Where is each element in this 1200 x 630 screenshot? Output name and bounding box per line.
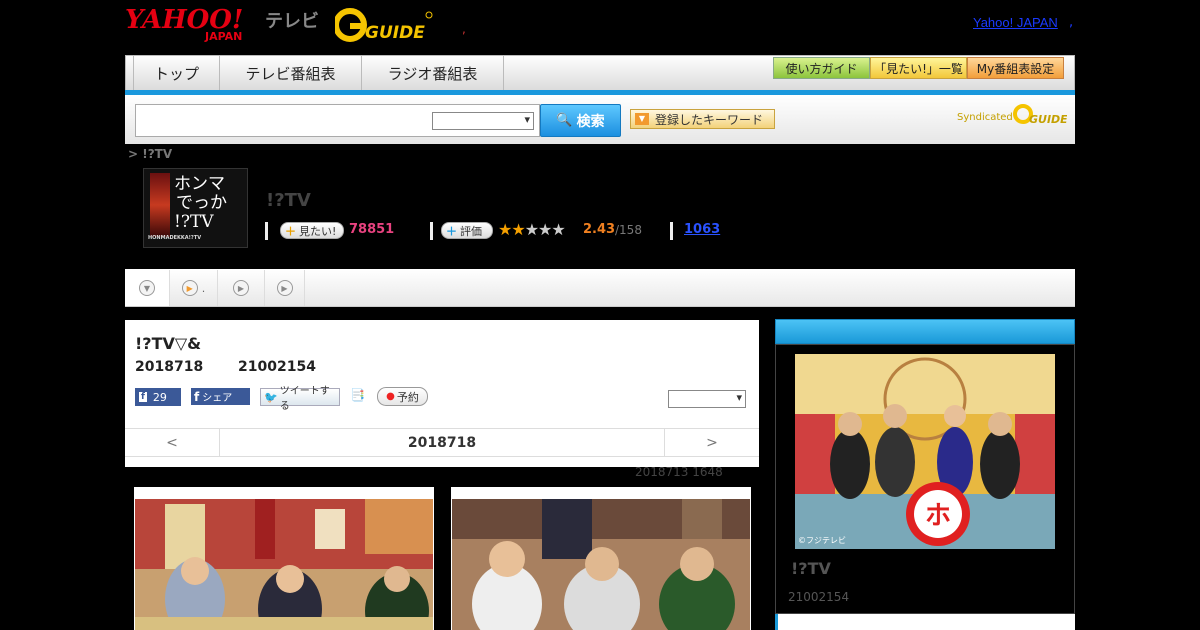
program-title: !?TV — [266, 190, 311, 211]
syndicated-label: Syndicated — [957, 112, 1013, 123]
sidebar-footer — [775, 614, 1075, 630]
facebook-icon: f — [194, 389, 200, 404]
page: YAHOO! JAPAN テレビ GUIDE , Yahoo! JAPAN , … — [0, 0, 1200, 630]
photo-credit: ©フジテレビ — [798, 536, 846, 545]
search-category-select[interactable] — [432, 112, 534, 130]
facebook-like-count: 29 — [152, 390, 167, 404]
reserve-button[interactable]: ● 予約 — [377, 387, 428, 406]
reserve-label: 予約 — [396, 390, 419, 404]
rating-button-label: 評価 — [460, 224, 482, 238]
tweet-label: ツイートする — [279, 386, 330, 412]
thumb-title-1: ホンマ — [174, 174, 225, 194]
facebook-share-label: シェア — [202, 393, 233, 404]
svg-text:ホ: ホ — [925, 501, 951, 531]
nav-tab-tv-listings[interactable]: テレビ番組表 — [220, 56, 362, 90]
sidebar-photo[interactable]: ホ ©フジテレビ — [795, 354, 1055, 549]
sidebar-program-id: 21002154 — [788, 590, 850, 604]
thumb-left-strip — [150, 173, 170, 237]
bookmark-icon[interactable]: 📑 — [350, 388, 366, 404]
dropdown-arrow-icon: ▼ — [635, 113, 649, 125]
search-button[interactable]: 🔍 検索 — [540, 104, 621, 137]
my-listings-settings-button[interactable]: My番組表設定 — [967, 57, 1064, 79]
mitai-count: 78851 — [349, 222, 395, 237]
article-date: 2018718 — [135, 359, 204, 375]
star-icon: ★ — [511, 220, 525, 239]
yahoo-logo[interactable]: YAHOO! JAPAN — [125, 4, 265, 42]
rating-button[interactable]: ＋ 評価 — [441, 222, 493, 239]
mitai-button[interactable]: ＋ 見たい! — [280, 222, 344, 239]
sidebar-program-title: !?TV — [791, 559, 831, 578]
mitai-list-button[interactable]: 「見たい!」一覧 — [870, 57, 967, 79]
pager-next-button[interactable]: > — [664, 428, 759, 457]
rating-total: /158 — [615, 223, 642, 237]
usage-guide-button[interactable]: 使い方ガイド — [773, 57, 870, 79]
play-icon: ▶ — [181, 280, 198, 296]
facebook-like-button[interactable]: f 29 — [135, 388, 181, 406]
syndicated-logo-text: GUIDE — [1029, 113, 1067, 125]
thumb-title-2: でっか — [176, 193, 227, 213]
thumb-subtitle: HONMADEKKA!?TV — [148, 235, 202, 241]
twitter-bird-icon: 🐦 — [264, 390, 278, 404]
play-icon: ▶ — [276, 280, 293, 296]
saved-keywords-label: 登録したキーワード — [655, 112, 764, 127]
breadcrumb: > !?TV — [128, 147, 173, 161]
nav-tab-radio-listings[interactable]: ラジオ番組表 — [362, 56, 504, 90]
yahoo-logo-japan: JAPAN — [204, 30, 242, 42]
pager-current-date: 2018718 — [407, 434, 477, 451]
search-button-label: 検索 — [576, 113, 605, 130]
star-icon: ★ — [524, 220, 539, 239]
syndicated-gguide-logo: GUIDE — [1013, 104, 1067, 125]
play-icon: ▶ — [233, 280, 249, 296]
gguide-logo[interactable]: GUIDE — [335, 8, 435, 42]
article-select[interactable] — [668, 390, 746, 408]
search-icon: 🔍 — [556, 113, 573, 128]
article-id: 21002154 — [238, 359, 316, 375]
article-title: !?TV▽& — [135, 334, 202, 353]
star-icon: ★ — [498, 220, 512, 239]
stat-divider — [265, 222, 268, 240]
post-timestamp: 2018713 1648 — [635, 465, 723, 479]
plus-icon: ＋ — [285, 224, 296, 238]
stat-divider — [430, 222, 433, 240]
stat-divider — [670, 222, 673, 240]
article-photo-1[interactable] — [134, 487, 434, 630]
tv-logo-text: テレビ — [265, 11, 319, 32]
tab-4[interactable]: ▶ — [265, 270, 305, 306]
down-arrow-icon: ▼ — [139, 280, 155, 296]
star-icon: ★ — [551, 220, 565, 239]
saved-keywords-button[interactable]: ▼ 登録したキーワード — [630, 109, 775, 129]
facebook-share-button[interactable]: f シェア — [191, 388, 250, 405]
yahoo-link-tail: , — [1069, 15, 1074, 30]
yahoo-japan-link[interactable]: Yahoo! JAPAN — [973, 15, 1058, 30]
nav-spacer — [126, 56, 134, 90]
star-icon: ★ — [538, 220, 552, 239]
nav-tab-top[interactable]: トップ — [134, 56, 220, 90]
record-dot-icon: ● — [386, 391, 395, 402]
sidebar-photo-image: ホ — [795, 354, 1055, 549]
mitai-button-label: 見たい! — [299, 224, 337, 238]
program-thumbnail[interactable]: ホンマ でっか !?TV HONMADEKKA!?TV — [143, 168, 248, 248]
pager-prev-button[interactable]: < — [125, 428, 220, 457]
photo-1-image — [135, 499, 433, 630]
gguide-logo-text: GUIDE — [365, 23, 425, 42]
article-photo-2[interactable] — [451, 487, 751, 630]
tab-3[interactable]: ▶ — [218, 270, 265, 306]
tweet-button[interactable]: 🐦 ツイートする — [260, 386, 340, 412]
photo-2-image — [452, 499, 750, 630]
tab-2[interactable]: ▶. — [170, 270, 218, 306]
tab-2-label: . — [201, 281, 206, 295]
thumb-title-3: !?TV — [174, 212, 214, 232]
rating-stars: ★★★★★ — [498, 220, 566, 239]
tab-current[interactable]: ▼ — [125, 270, 170, 306]
facebook-icon: f — [139, 392, 147, 402]
rating-score: 2.43 — [583, 222, 616, 237]
sidebar-header — [775, 319, 1075, 344]
header-separator: , — [462, 22, 466, 36]
plus-icon: ＋ — [446, 224, 457, 238]
review-count-link[interactable]: 1063 — [684, 222, 720, 237]
